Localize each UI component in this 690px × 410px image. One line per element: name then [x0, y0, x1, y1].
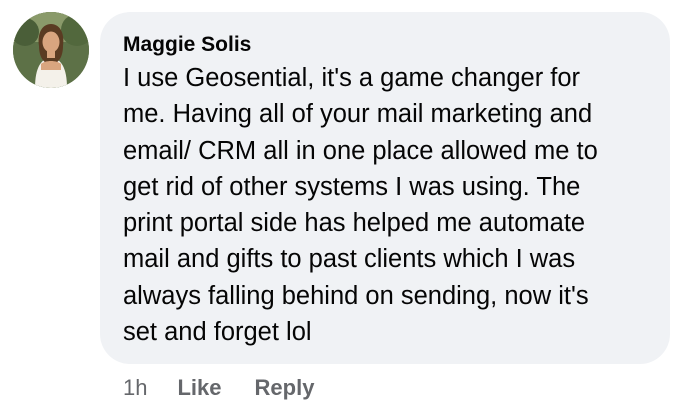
comment: Maggie Solis I use Geosential, it's a ga… [0, 0, 690, 410]
comment-line: always falling behind on sending, now it… [123, 281, 589, 310]
comment-bubble: Maggie Solis I use Geosential, it's a ga… [100, 12, 670, 364]
comment-line: get rid of other systems I was using. Th… [123, 172, 581, 201]
comment-line: set and forget lol [123, 318, 312, 347]
comment-actions: 1h Like Reply [123, 372, 347, 404]
author-name[interactable]: Maggie Solis [123, 32, 646, 58]
reply-button[interactable]: Reply [255, 375, 315, 401]
comment-text: I use Geosential, it's a game changer fo… [123, 60, 646, 350]
comment-line: print portal side has helped me automate [123, 209, 586, 238]
avatar[interactable] [13, 12, 89, 88]
comment-line: me. Having all of your mail marketing an… [123, 100, 593, 129]
profile-photo-icon [13, 12, 89, 88]
timestamp[interactable]: 1h [123, 375, 147, 401]
comment-line: email/ CRM all in one place allowed me t… [123, 136, 598, 165]
like-button[interactable]: Like [177, 375, 221, 401]
comment-line: mail and gifts to past clients which I w… [123, 245, 576, 274]
comment-line: I use Geosential, it's a game changer fo… [123, 64, 581, 92]
